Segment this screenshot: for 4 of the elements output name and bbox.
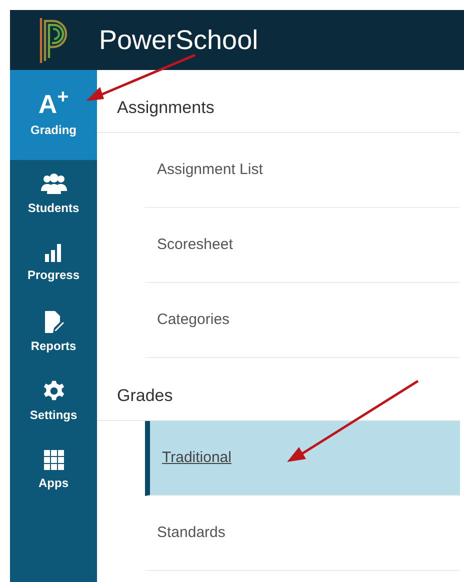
grade-icon: A$^{+}$ bbox=[38, 91, 69, 117]
nav-item[interactable]: A$^{+}$ Grading bbox=[10, 70, 97, 160]
app-title: PowerSchool bbox=[99, 24, 258, 57]
menu-link[interactable]: Traditional bbox=[145, 421, 460, 496]
